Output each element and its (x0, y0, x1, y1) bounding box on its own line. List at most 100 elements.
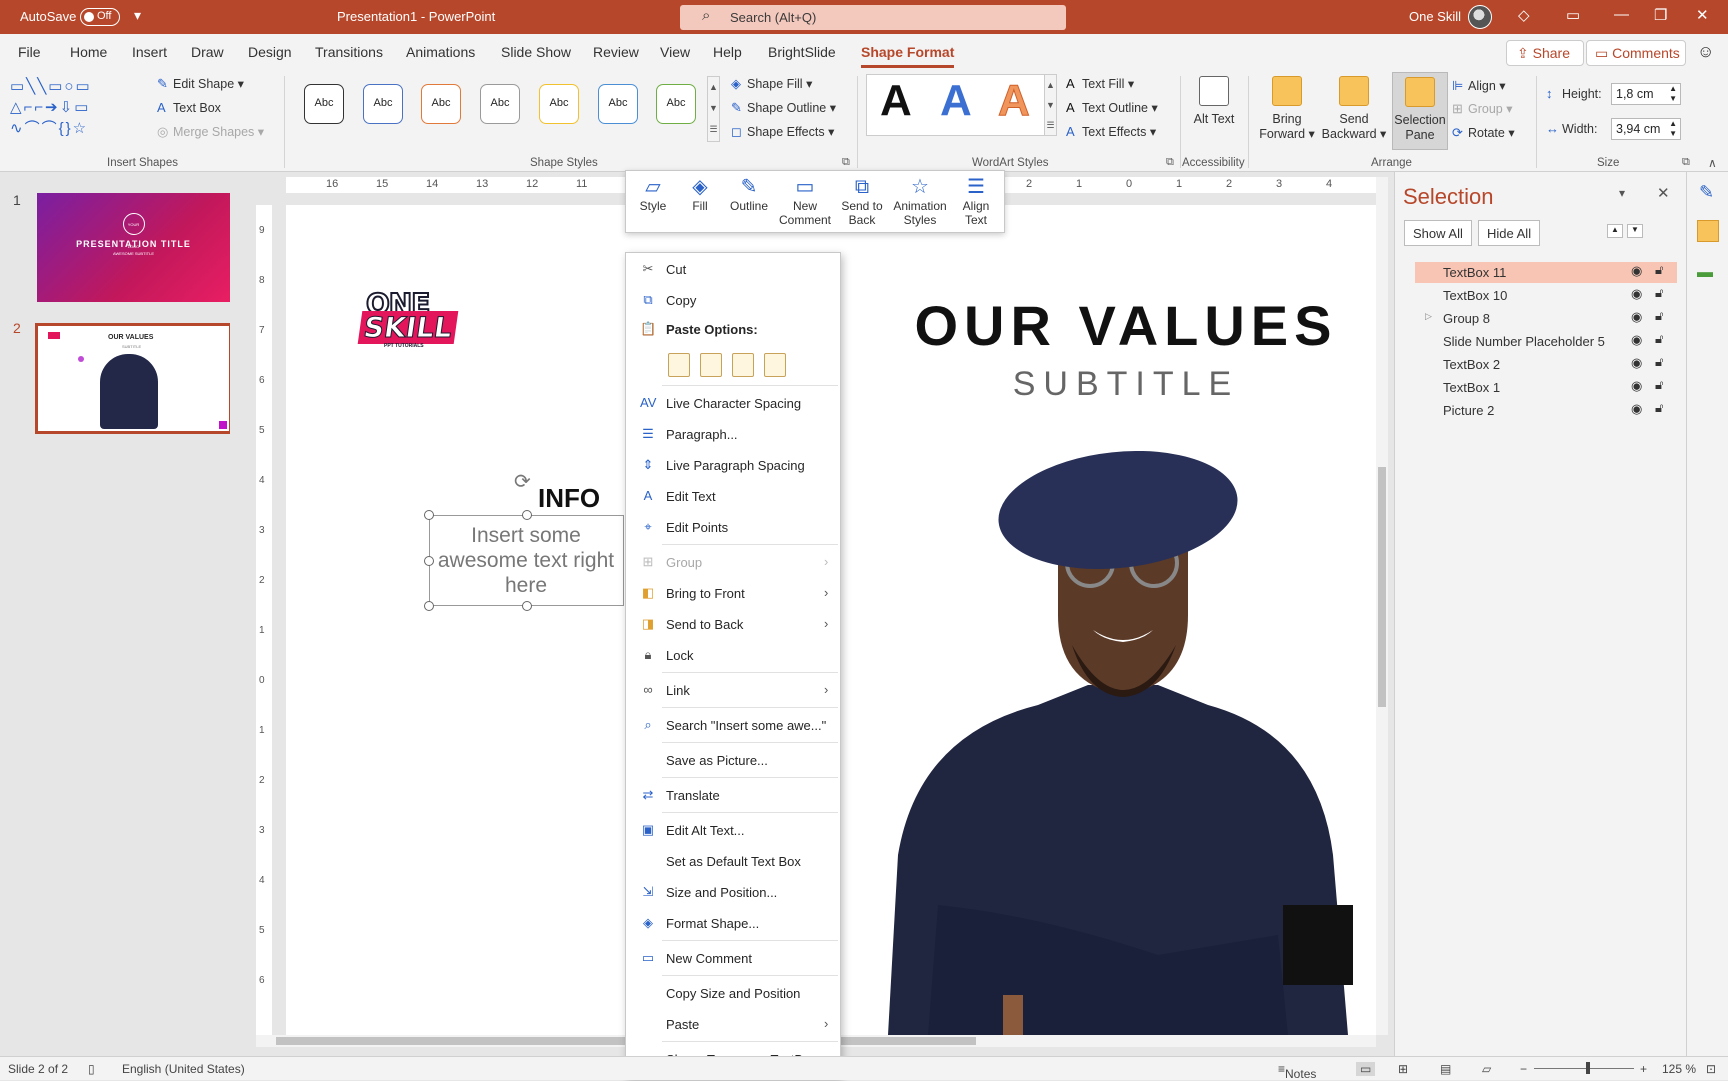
slide-thumbnail-2[interactable]: OUR VALUES SUBTITLE (35, 323, 232, 434)
merge-shapes-button[interactable]: ◎ Merge Shapes ▾ (157, 124, 264, 140)
tab-home[interactable]: Home (70, 44, 107, 60)
customize-quick-access-icon[interactable]: ▾ (134, 7, 141, 24)
menu-edit-text[interactable]: A Edit Text (626, 484, 840, 510)
visibility-eye-icon[interactable]: ◉ (1631, 355, 1642, 371)
menu-save-as-picture[interactable]: Save as Picture... (626, 748, 840, 774)
tab-draw[interactable]: Draw (191, 44, 224, 60)
vertical-scrollbar[interactable] (1376, 177, 1388, 1035)
language-indicator[interactable]: English (United States) (122, 1062, 245, 1076)
visibility-eye-icon[interactable]: ◉ (1631, 378, 1642, 394)
tab-shape-format[interactable]: Shape Format (861, 44, 955, 68)
menu-live-paragraph-spacing[interactable]: ⇕ Live Paragraph Spacing (626, 453, 840, 479)
paste-text-only-icon[interactable] (764, 353, 786, 377)
info-title[interactable]: INFO (538, 483, 600, 514)
menu-copy-size-position[interactable]: Copy Size and Position (626, 981, 840, 1007)
menu-paragraph[interactable]: ☰ Paragraph... (626, 422, 840, 448)
rotate-button[interactable]: ⟳ Rotate ▾ (1452, 125, 1515, 141)
wordart-scroll[interactable]: ▲ ▼ ☰ (1044, 74, 1057, 136)
menu-live-character-spacing[interactable]: AV Live Character Spacing (626, 391, 840, 417)
menu-send-to-back[interactable]: ◨ Send to Back › (626, 612, 840, 638)
smiley-icon[interactable]: ☺ (1697, 42, 1714, 62)
shapes-gallery[interactable]: ▭╲╲▭○▭ △⌐⌐➔⇩▭ ∿⌒⌒{}☆ (10, 76, 138, 142)
menu-lock[interactable]: 🔒︎ Lock (626, 643, 840, 669)
zoom-level[interactable]: 125 % (1662, 1062, 1696, 1076)
zoom-slider[interactable] (1534, 1062, 1634, 1074)
lock-icon[interactable]: 🔓︎ (1655, 377, 1663, 393)
dialog-launcher-icon[interactable]: ⧉ (1682, 156, 1690, 169)
paste-keep-source-icon[interactable] (668, 353, 690, 377)
lock-icon[interactable]: 🔓︎ (1655, 262, 1663, 278)
send-backward-button[interactable]: Send Backward ▾ (1320, 76, 1388, 142)
slide-thumbnail-1[interactable]: YOUR LOGO PRESENTATION TITLE AWESOME SUB… (37, 193, 230, 302)
selection-item[interactable]: ▷ Group 8 ◉ 🔓︎ (1415, 308, 1677, 329)
tab-brightslide[interactable]: BrightSlide (768, 44, 836, 60)
selection-item[interactable]: TextBox 2 ◉ 🔓︎ (1415, 354, 1677, 375)
selection-item[interactable]: TextBox 1 ◉ 🔓︎ (1415, 377, 1677, 398)
dialog-launcher-icon[interactable]: ⧉ (1166, 156, 1174, 169)
text-fill-button[interactable]: A Text Fill ▾ (1066, 76, 1134, 91)
selection-item[interactable]: Picture 2 ◉ 🔓︎ (1415, 400, 1677, 421)
align-button[interactable]: ⊫ Align ▾ (1452, 78, 1506, 94)
menu-bring-to-front[interactable]: ◧ Bring to Front › (626, 581, 840, 607)
spinner-icon[interactable]: ▲ ▼ (1669, 119, 1677, 139)
close-icon[interactable]: ✕ (1696, 6, 1709, 24)
tab-file[interactable]: File (18, 44, 41, 60)
group-button[interactable]: ⊞ Group ▾ (1452, 101, 1513, 117)
style-button[interactable]: ▱ Style (634, 175, 672, 213)
normal-view-icon[interactable]: ▭ (1356, 1062, 1376, 1076)
menu-group[interactable]: ⊞ Group › (626, 550, 840, 576)
brightslide-icon[interactable]: ▬ (1697, 264, 1713, 282)
selection-pane-button[interactable]: Selection Pane (1392, 72, 1448, 150)
restore-icon[interactable]: ❐ (1654, 6, 1667, 24)
wordart-style-blue[interactable]: A (940, 76, 972, 126)
autosave-toggle[interactable]: Off (80, 8, 120, 26)
shape-style-swatch[interactable]: Abc (421, 84, 461, 124)
resize-handle[interactable] (424, 510, 434, 520)
tab-view[interactable]: View (660, 44, 690, 60)
menu-edit-points[interactable]: ⌖ Edit Points (626, 515, 840, 541)
collapse-ribbon-icon[interactable]: ∧ (1708, 156, 1717, 170)
menu-translate[interactable]: ⇄ Translate (626, 783, 840, 809)
selection-item[interactable]: TextBox 11 ◉ 🔓︎ (1415, 262, 1677, 283)
paste-picture-icon[interactable] (732, 353, 754, 377)
lock-icon[interactable]: 🔓︎ (1655, 354, 1663, 370)
shape-style-swatch[interactable]: Abc (363, 84, 403, 124)
menu-new-comment[interactable]: ▭ New Comment (626, 946, 840, 972)
bring-forward-button[interactable]: Bring Forward ▾ (1256, 76, 1318, 142)
zoom-slider-thumb[interactable] (1586, 1062, 1590, 1074)
menu-link[interactable]: ∞ Link › (626, 678, 840, 704)
resize-handle[interactable] (522, 510, 532, 520)
values-title[interactable]: OUR VALUES (906, 293, 1346, 358)
visibility-eye-icon[interactable]: ◉ (1631, 332, 1642, 348)
shape-style-swatch[interactable]: Abc (539, 84, 579, 124)
fill-button[interactable]: ◈ Fill (682, 175, 718, 213)
designer-icon[interactable]: ✎ (1699, 182, 1714, 203)
shape-fill-button[interactable]: ◈ Shape Fill ▾ (731, 76, 812, 92)
slide-sorter-icon[interactable]: ⊞ (1398, 1062, 1408, 1076)
lock-icon[interactable]: 🔓︎ (1655, 331, 1663, 347)
menu-search[interactable]: ⌕ Search "Insert some awe..." (626, 713, 840, 739)
send-backward-icon[interactable]: ▼ (1627, 224, 1643, 238)
visibility-eye-icon[interactable]: ◉ (1631, 401, 1642, 417)
tab-review[interactable]: Review (593, 44, 639, 60)
menu-size-and-position[interactable]: ⇲ Size and Position... (626, 880, 840, 906)
menu-format-shape[interactable]: ◈ Format Shape... (626, 911, 840, 937)
tab-transitions[interactable]: Transitions (315, 44, 383, 60)
selection-pane-icon[interactable] (1697, 220, 1719, 242)
menu-edit-alt-text[interactable]: ▣ Edit Alt Text... (626, 818, 840, 844)
gallery-scroll[interactable]: ▲ ▼ ☰ (707, 76, 720, 142)
logo[interactable]: ONE SKILL PPT TUTORIALS (357, 286, 459, 349)
reading-view-icon[interactable]: ▤ (1440, 1062, 1451, 1076)
edit-shape-button[interactable]: ✎ Edit Shape ▾ (157, 76, 244, 92)
menu-cut[interactable]: ✂ Cut (626, 257, 840, 283)
user-name[interactable]: One Skill (1409, 9, 1461, 24)
rotate-handle-icon[interactable]: ⟳ (514, 469, 531, 494)
ribbon-display-icon[interactable]: ▭ (1566, 6, 1580, 24)
wordart-style-black[interactable]: A (880, 76, 912, 126)
zoom-out-icon[interactable]: − (1520, 1062, 1527, 1076)
person-photo[interactable] (858, 435, 1376, 1035)
shape-outline-button[interactable]: ✎ Shape Outline ▾ (731, 100, 836, 116)
scrollbar-thumb[interactable] (1378, 467, 1386, 707)
text-effects-button[interactable]: A Text Effects ▾ (1066, 124, 1156, 139)
animation-styles-button[interactable]: ☆ Animation Styles (890, 175, 950, 227)
